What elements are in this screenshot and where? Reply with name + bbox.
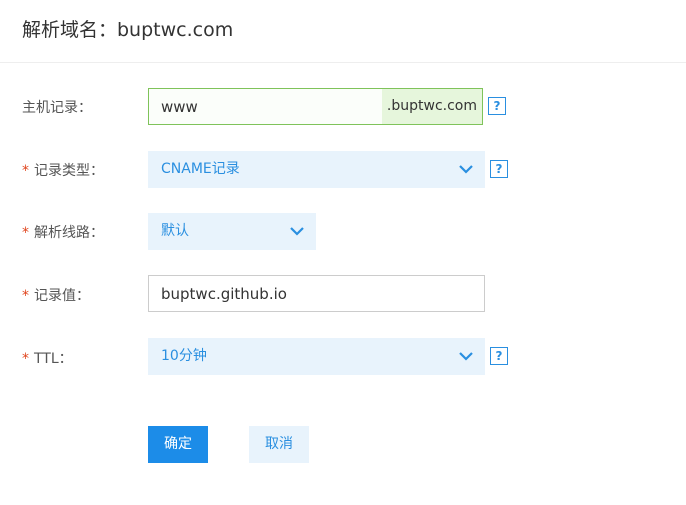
chevron-down-icon [459, 352, 473, 361]
required-mark: * [22, 288, 29, 304]
record-type-value: CNAME记录 [161, 161, 240, 177]
ttl-value: 10分钟 [161, 348, 207, 364]
host-record-label-text: 主机记录： [22, 100, 92, 116]
host-record-input[interactable] [149, 89, 382, 124]
ttl-label: * TTL： [22, 348, 73, 368]
required-mark: * [22, 163, 29, 179]
record-value-input[interactable] [148, 275, 485, 312]
line-label-text: 解析线路： [34, 225, 104, 241]
domain-suffix: .buptwc.com [381, 89, 482, 124]
required-mark: * [22, 225, 29, 241]
line-select[interactable]: 默认 [148, 213, 316, 250]
required-mark: * [22, 351, 29, 367]
record-type-label: * 记录类型： [22, 160, 104, 180]
help-icon[interactable]: ? [490, 160, 508, 178]
chevron-down-icon [290, 227, 304, 236]
host-record-label: 主机记录： [22, 97, 92, 117]
record-type-label-text: 记录类型： [34, 163, 104, 179]
header-divider [0, 62, 686, 63]
help-icon[interactable]: ? [488, 97, 506, 115]
page-title: 解析域名：buptwc.com [22, 19, 234, 41]
chevron-down-icon [459, 165, 473, 174]
line-label: * 解析线路： [22, 222, 104, 242]
record-value-label: * 记录值： [22, 285, 90, 305]
help-icon[interactable]: ? [490, 347, 508, 365]
record-value-label-text: 记录值： [34, 288, 90, 304]
confirm-button[interactable]: 确定 [148, 426, 208, 463]
line-value: 默认 [161, 223, 189, 239]
ttl-label-text: TTL： [34, 351, 73, 367]
cancel-button[interactable]: 取消 [249, 426, 309, 463]
record-type-select[interactable]: CNAME记录 [148, 151, 485, 188]
host-record-field[interactable]: .buptwc.com [148, 88, 483, 125]
ttl-select[interactable]: 10分钟 [148, 338, 485, 375]
